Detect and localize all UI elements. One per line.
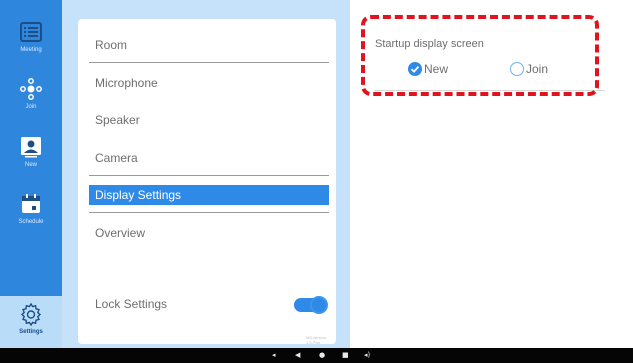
nav-label-settings: Settings bbox=[19, 329, 43, 335]
nav-label-new: New bbox=[24, 162, 37, 168]
version-text: MS.version 1.5.Part bbox=[306, 335, 327, 345]
back-icon[interactable]: ◀ bbox=[295, 351, 300, 360]
lock-settings-toggle[interactable] bbox=[294, 296, 328, 314]
nav-item-meeting[interactable]: Meeting bbox=[0, 20, 62, 72]
display-settings-content: Startup display screen New Join bbox=[350, 0, 633, 348]
join-icon bbox=[20, 78, 42, 100]
nav-label-meeting: Meeting bbox=[20, 47, 42, 53]
nav-label-schedule: Schedule bbox=[18, 219, 44, 225]
menu-divider bbox=[89, 212, 329, 213]
nav-item-new[interactable]: New bbox=[0, 135, 62, 187]
menu-item-speaker[interactable]: Speaker bbox=[89, 110, 329, 130]
menu-divider bbox=[89, 175, 329, 176]
volume-up-icon[interactable]: ◂) bbox=[364, 351, 370, 360]
person-icon bbox=[21, 137, 41, 158]
lock-settings-label: Lock Settings bbox=[95, 297, 168, 311]
menu-divider bbox=[89, 62, 329, 63]
system-navigation-bar: ◂ ◀ ● ■ ◂) bbox=[0, 348, 633, 363]
menu-item-microphone[interactable]: Microphone bbox=[89, 73, 329, 93]
gear-icon bbox=[20, 302, 42, 326]
settings-menu: Room Microphone Speaker Camera Display S… bbox=[78, 19, 336, 345]
calendar-icon bbox=[22, 194, 40, 213]
toggle-knob bbox=[310, 296, 328, 314]
menu-item-room[interactable]: Room bbox=[89, 35, 329, 55]
nav-item-schedule[interactable]: Schedule bbox=[0, 192, 62, 244]
nav-rail: Meeting Join New Schedule Settings bbox=[0, 0, 62, 348]
menu-item-overview[interactable]: Overview bbox=[89, 223, 329, 243]
nav-item-settings[interactable]: Settings bbox=[0, 296, 62, 348]
menu-item-display-settings[interactable]: Display Settings bbox=[89, 185, 329, 205]
nav-item-join[interactable]: Join bbox=[0, 77, 62, 129]
highlight-annotation-box bbox=[361, 15, 599, 96]
recents-icon[interactable]: ■ bbox=[342, 351, 349, 360]
list-icon bbox=[20, 22, 42, 42]
nav-label-join: Join bbox=[25, 104, 37, 110]
home-icon[interactable]: ● bbox=[319, 351, 325, 360]
menu-item-camera[interactable]: Camera bbox=[89, 148, 329, 168]
volume-down-icon[interactable]: ◂ bbox=[272, 351, 276, 360]
